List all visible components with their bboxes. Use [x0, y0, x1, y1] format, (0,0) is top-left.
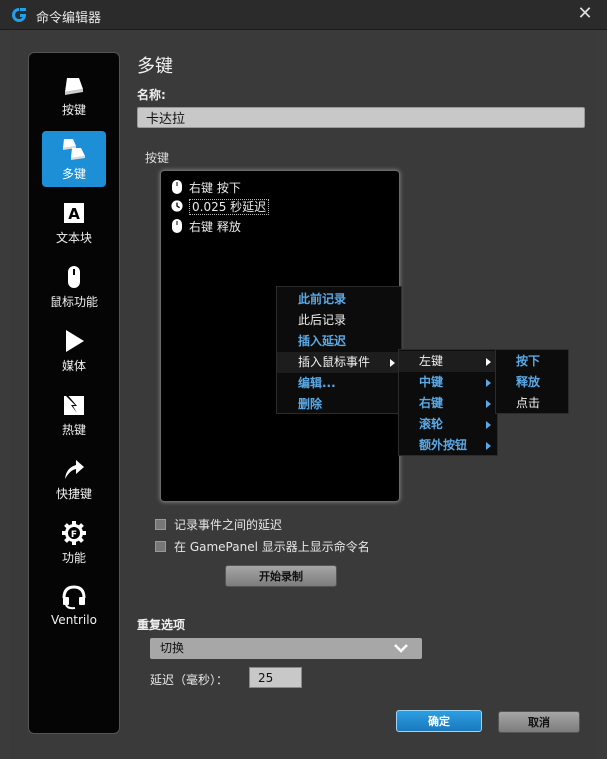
submenu-arrow-icon — [486, 400, 491, 408]
nav-item-ventrilo[interactable]: Ventrilo — [42, 579, 106, 635]
nav-label: 媒体 — [61, 359, 86, 373]
menu-item-delete[interactable]: 删除 — [277, 394, 401, 415]
menu-item-label: 中键 — [419, 375, 444, 389]
nav-label: 功能 — [61, 551, 86, 565]
menu-item-label: 滚轮 — [419, 417, 444, 431]
ok-button[interactable]: 确定 — [396, 710, 482, 732]
ventrilo-headset-icon — [62, 585, 86, 610]
event-item[interactable]: 右键 按下 — [171, 179, 241, 197]
nav-item-function[interactable]: F 功能 — [42, 515, 106, 571]
nav-item-hotkey[interactable]: 热键 — [42, 387, 106, 443]
nav-label: 快捷键 — [55, 487, 92, 501]
repeat-options-title: 重复选项 — [137, 618, 186, 632]
text-block-icon: A — [64, 203, 84, 223]
nav-label: 多键 — [61, 167, 86, 181]
repeat-mode-select[interactable]: 切换 — [150, 638, 422, 659]
clock-icon — [171, 200, 183, 212]
checkbox-label: 在 GamePanel 显示器上显示命令名 — [174, 540, 370, 554]
svg-text:A: A — [68, 205, 80, 223]
command-editor-window: 命令编辑器 ✕ 按键 多键 A 文本块 鼠标功能 媒体 热键 快捷键 F 功能 … — [0, 0, 607, 759]
event-text: 右键 按下 — [189, 181, 241, 195]
menu-item-click[interactable]: 点击 — [496, 393, 568, 414]
record-delay-option: 记录事件之间的延迟 — [155, 517, 282, 533]
nav-label: 按键 — [61, 103, 86, 117]
select-value: 切换 — [160, 641, 185, 655]
event-text: 右键 释放 — [189, 220, 241, 234]
dialog-body: 按键 多键 A 文本块 鼠标功能 媒体 热键 快捷键 F 功能 Ventrilo… — [10, 30, 597, 759]
menu-item-record-before[interactable]: 此前记录 — [277, 289, 401, 310]
hotkey-icon — [63, 393, 84, 415]
cancel-button[interactable]: 取消 — [498, 711, 580, 733]
logitech-g-logo-icon — [12, 8, 26, 22]
delay-input[interactable] — [249, 667, 302, 688]
submenu-arrow-icon — [486, 421, 491, 429]
function-gear-icon: F — [62, 521, 86, 545]
mouse-icon — [68, 266, 80, 288]
nav-item-mouse-function[interactable]: 鼠标功能 — [42, 259, 106, 315]
event-text: 0.025 秒延迟 — [189, 199, 270, 215]
menu-item-edit[interactable]: 编辑... — [277, 373, 401, 394]
nav-item-text-block[interactable]: A 文本块 — [42, 195, 106, 251]
delay-label: 延迟（毫秒）： — [150, 673, 229, 687]
shortcut-arrow-icon — [65, 460, 84, 479]
checkbox-label: 记录事件之间的延迟 — [174, 518, 283, 532]
nav-label: 热键 — [61, 423, 86, 437]
window-title: 命令编辑器 — [36, 11, 102, 26]
show-name-option: 在 GamePanel 显示器上显示命令名 — [155, 539, 370, 555]
nav-item-shortcut[interactable]: 快捷键 — [42, 451, 106, 507]
menu-item-release[interactable]: 释放 — [496, 372, 568, 393]
menu-item-left-button[interactable]: 左键 — [399, 351, 497, 372]
submenu-arrow-icon — [486, 442, 491, 450]
mouse-button-submenu: 左键 中键 右键 滚轮 额外按钮 — [399, 350, 497, 455]
menu-item-label: 左键 — [419, 354, 444, 368]
close-button[interactable]: ✕ — [575, 4, 595, 24]
name-input[interactable] — [137, 107, 585, 128]
submenu-arrow-icon — [486, 358, 491, 366]
nav-item-multikey[interactable]: 多键 — [42, 131, 106, 187]
menu-item-middle-button[interactable]: 中键 — [399, 372, 497, 393]
nav-label: Ventrilo — [51, 613, 97, 627]
mouse-icon — [172, 180, 182, 194]
nav-item-media[interactable]: 媒体 — [42, 323, 106, 379]
start-record-button[interactable]: 开始录制 — [225, 565, 337, 587]
menu-item-label: 插入鼠标事件 — [298, 355, 371, 369]
nav-label: 文本块 — [55, 231, 92, 245]
menu-item-right-button[interactable]: 右键 — [399, 393, 497, 414]
menu-item-insert-delay[interactable]: 插入延迟 — [277, 331, 401, 352]
context-menu: 此前记录 此后记录 插入延迟 插入鼠标事件 编辑... 删除 — [277, 287, 401, 413]
mouse-icon — [172, 219, 182, 233]
menu-item-record-after[interactable]: 此后记录 — [277, 310, 401, 331]
multikey-icon — [63, 139, 85, 160]
menu-item-label: 额外按钮 — [419, 438, 468, 452]
menu-item-extra-button[interactable]: 额外按钮 — [399, 435, 497, 456]
media-play-icon — [66, 330, 84, 352]
nav-item-keystroke[interactable]: 按键 — [42, 67, 106, 123]
name-label: 名称: — [137, 88, 166, 102]
keys-section-label: 按键 — [145, 151, 170, 165]
command-type-nav: 按键 多键 A 文本块 鼠标功能 媒体 热键 快捷键 F 功能 Ventrilo — [28, 52, 120, 734]
menu-item-insert-mouse-event[interactable]: 插入鼠标事件 — [277, 352, 401, 373]
event-item[interactable]: 0.025 秒延迟 — [171, 198, 270, 216]
submenu-arrow-icon — [390, 359, 395, 367]
svg-text:F: F — [71, 530, 77, 540]
submenu-arrow-icon — [486, 379, 491, 387]
action-submenu: 按下 释放 点击 — [496, 350, 568, 413]
menu-item-wheel[interactable]: 滚轮 — [399, 414, 497, 435]
record-delay-checkbox[interactable] — [155, 519, 166, 530]
event-item[interactable]: 右键 释放 — [171, 218, 241, 236]
title-bar: 命令编辑器 ✕ — [0, 0, 607, 30]
page-title: 多键 — [137, 56, 173, 77]
keystroke-icon — [65, 78, 83, 95]
show-name-checkbox[interactable] — [155, 541, 166, 552]
chevron-down-icon — [394, 644, 408, 653]
nav-label: 鼠标功能 — [49, 295, 98, 309]
menu-item-label: 右键 — [419, 396, 444, 410]
menu-item-press[interactable]: 按下 — [496, 351, 568, 372]
